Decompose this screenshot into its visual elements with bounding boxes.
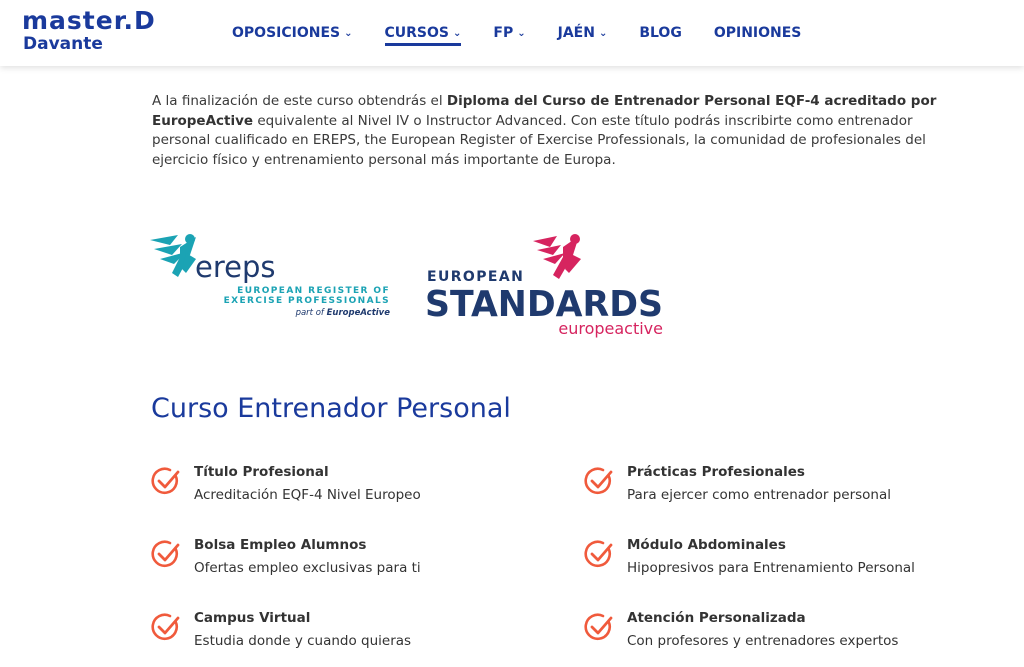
check-circle-icon bbox=[584, 540, 613, 568]
ereps-wordmark: ereps bbox=[195, 250, 276, 284]
ereps-logo: ereps EUROPEAN REGISTER OF EXERCISE PROF… bbox=[150, 234, 391, 318]
nav-label: OPINIONES bbox=[713, 25, 802, 41]
ereps-line2: EXERCISE PROFESSIONALS bbox=[224, 296, 390, 306]
ereps-part-of-label: part of bbox=[295, 308, 327, 318]
logo-line1: master.D bbox=[22, 6, 156, 35]
check-circle-icon bbox=[584, 613, 613, 641]
check-circle-icon bbox=[151, 540, 180, 568]
site-header: master.D Davante OPOSICIONES ⌄ CURSOS ⌄ … bbox=[0, 0, 1024, 66]
ereps-part-of-brand: EuropeActive bbox=[327, 308, 391, 318]
nav-item-jaen[interactable]: JAÉN ⌄ bbox=[558, 0, 608, 66]
check-circle-icon bbox=[584, 467, 613, 495]
nav-label: BLOG bbox=[639, 25, 682, 41]
nav-label: FP bbox=[493, 25, 514, 41]
european-standards-logo: EUROPEAN STANDARDS europeactive bbox=[425, 234, 663, 338]
diploma-paragraph: A la finalización de este curso obtendrá… bbox=[152, 92, 962, 170]
nav-item-fp[interactable]: FP ⌄ bbox=[493, 0, 525, 66]
main-nav: OPOSICIONES ⌄ CURSOS ⌄ FP ⌄ JAÉN ⌄ BLOG … bbox=[232, 0, 833, 66]
feature-desc: Con profesores y entrenadores expertos bbox=[627, 633, 899, 649]
check-circle-icon bbox=[151, 467, 180, 495]
ereps-line1: EUROPEAN REGISTER OF bbox=[237, 286, 390, 296]
feature-desc: Estudia donde y cuando quieras bbox=[194, 633, 412, 649]
ereps-part-of: part of EuropeActive bbox=[295, 308, 391, 318]
nav-label: CURSOS bbox=[384, 25, 450, 41]
master-d-logo[interactable]: master.D Davante bbox=[22, 8, 156, 55]
standards-top: EUROPEAN bbox=[427, 269, 524, 285]
paragraph-rest: equivalente al Nivel IV o Instructor Adv… bbox=[152, 112, 926, 168]
chevron-down-icon: ⌄ bbox=[344, 27, 353, 39]
standards-brand: europeactive bbox=[558, 319, 663, 338]
nav-item-blog[interactable]: BLOG bbox=[639, 0, 682, 66]
feature-item: Atención Personalizada Con profesores y … bbox=[584, 610, 984, 660]
feature-item: Prácticas Profesionales Para ejercer com… bbox=[584, 464, 984, 514]
nav-label: JAÉN bbox=[557, 25, 595, 41]
feature-item: Módulo Abdominales Hipopresivos para Ent… bbox=[584, 537, 984, 587]
feature-item: Bolsa Empleo Alumnos Ofertas empleo excl… bbox=[151, 537, 551, 587]
nav-item-cursos[interactable]: CURSOS ⌄ bbox=[384, 0, 462, 66]
feature-item: Campus Virtual Estudia donde y cuando qu… bbox=[151, 610, 551, 660]
feature-title: Título Profesional bbox=[194, 464, 329, 480]
feature-title: Campus Virtual bbox=[194, 610, 311, 626]
section-title: Curso Entrenador Personal bbox=[151, 393, 511, 424]
feature-desc: Para ejercer como entrenador personal bbox=[627, 487, 892, 503]
ereps-figure-icon bbox=[150, 234, 196, 277]
feature-desc: Acreditación EQF-4 Nivel Europeo bbox=[194, 487, 421, 503]
feature-item: Título Profesional Acreditación EQF-4 Ni… bbox=[151, 464, 551, 514]
feature-title: Atención Personalizada bbox=[627, 610, 806, 626]
chevron-down-icon: ⌄ bbox=[598, 27, 608, 39]
chevron-down-icon: ⌄ bbox=[453, 27, 462, 39]
feature-title: Prácticas Profesionales bbox=[627, 464, 805, 480]
paragraph-intro: A la finalización de este curso obtendrá… bbox=[152, 93, 447, 109]
logo-line2: Davante bbox=[23, 34, 103, 54]
nav-item-opiniones[interactable]: OPINIONES bbox=[714, 0, 802, 66]
chevron-down-icon: ⌄ bbox=[517, 27, 526, 39]
feature-desc: Hipopresivos para Entrenamiento Personal bbox=[627, 560, 915, 576]
check-circle-icon bbox=[151, 613, 180, 641]
nav-item-oposiciones[interactable]: OPOSICIONES ⌄ bbox=[232, 0, 353, 66]
feature-title: Bolsa Empleo Alumnos bbox=[194, 537, 367, 553]
feature-desc: Ofertas empleo exclusivas para ti bbox=[194, 560, 421, 576]
feature-title: Módulo Abdominales bbox=[627, 537, 786, 553]
standards-figure-icon bbox=[533, 234, 581, 279]
nav-label: OPOSICIONES bbox=[232, 25, 341, 41]
